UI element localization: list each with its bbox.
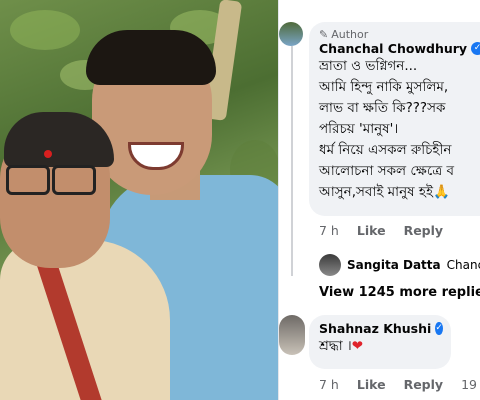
reply-preview[interactable]: Sangita Datta Chanch (319, 254, 480, 276)
like-button[interactable]: Like (357, 377, 386, 392)
comment-actions: 7 h Like Reply (319, 223, 443, 238)
reply-button[interactable]: Reply (404, 223, 443, 238)
comment-text-line: পরিচয় 'মানুষ'। (319, 121, 399, 137)
commenter-avatar[interactable] (279, 315, 305, 355)
comment-text-line: শ্রদ্ধা ।❤ (319, 336, 441, 357)
comment-text-line: আসুন,সবাই মানুষ হই🙏 (319, 184, 450, 200)
comment-author-name[interactable]: Chanchal Chowdhury (319, 41, 467, 56)
heart-emoji-icon: ❤ (351, 338, 364, 354)
comment-text-line: আলোচনা সকল ক্ষেত্রে ব (319, 163, 454, 179)
comment-author-name[interactable]: Shahnaz Khushi (319, 321, 431, 336)
reply-button[interactable]: Reply (404, 377, 443, 392)
reaction-count[interactable]: 19 (461, 377, 477, 392)
comment-author[interactable]: Chanchal Chowdhury ✓ (319, 41, 480, 56)
author-avatar[interactable] (279, 22, 303, 46)
bindi (44, 150, 52, 158)
comment-actions: 7 h Like Reply 19 (319, 377, 477, 392)
author-badge-label: Author (331, 28, 369, 41)
comments-panel: ✎ Author Chanchal Chowdhury ✓ ভ্রাতা ও ভ… (278, 0, 480, 400)
comment-timestamp[interactable]: 7 h (319, 223, 339, 238)
comment-text-line: ভ্রাতা ও ভগ্নিগন... (319, 58, 418, 74)
reply-avatar[interactable] (319, 254, 341, 276)
comment-text-line: ধর্ম নিয়ে এসকল রুচিহীন (319, 142, 452, 158)
foliage (10, 10, 80, 50)
reply-preview-text: Chanch (446, 258, 480, 272)
thread-line (291, 46, 293, 276)
author-badge-icon: ✎ (319, 28, 329, 41)
comment-timestamp[interactable]: 7 h (319, 377, 339, 392)
view-more-replies-link[interactable]: View 1245 more replies... (319, 285, 480, 300)
verified-badge-icon: ✓ (435, 322, 443, 335)
comment-text-line: লাভ বা ক্ষতি কি???সক (319, 100, 446, 116)
verified-badge-icon: ✓ (471, 42, 480, 55)
man-hair (86, 30, 216, 85)
comment-bubble: ✎ Author Chanchal Chowdhury ✓ ভ্রাতা ও ভ… (309, 22, 480, 216)
comment-bubble: Shahnaz Khushi ✓ শ্রদ্ধা ।❤ (309, 315, 451, 369)
author-badge: ✎ Author (319, 28, 480, 41)
comment-text: শ্রদ্ধা । (319, 338, 352, 354)
comment-author[interactable]: Shahnaz Khushi ✓ (319, 321, 443, 336)
comment-text-line: আমি হিন্দু নাকি মুসলিম, (319, 79, 449, 95)
reply-author-name[interactable]: Sangita Datta (347, 258, 441, 272)
like-button[interactable]: Like (357, 223, 386, 238)
post-photo[interactable] (0, 0, 278, 400)
woman-glasses (6, 165, 96, 195)
